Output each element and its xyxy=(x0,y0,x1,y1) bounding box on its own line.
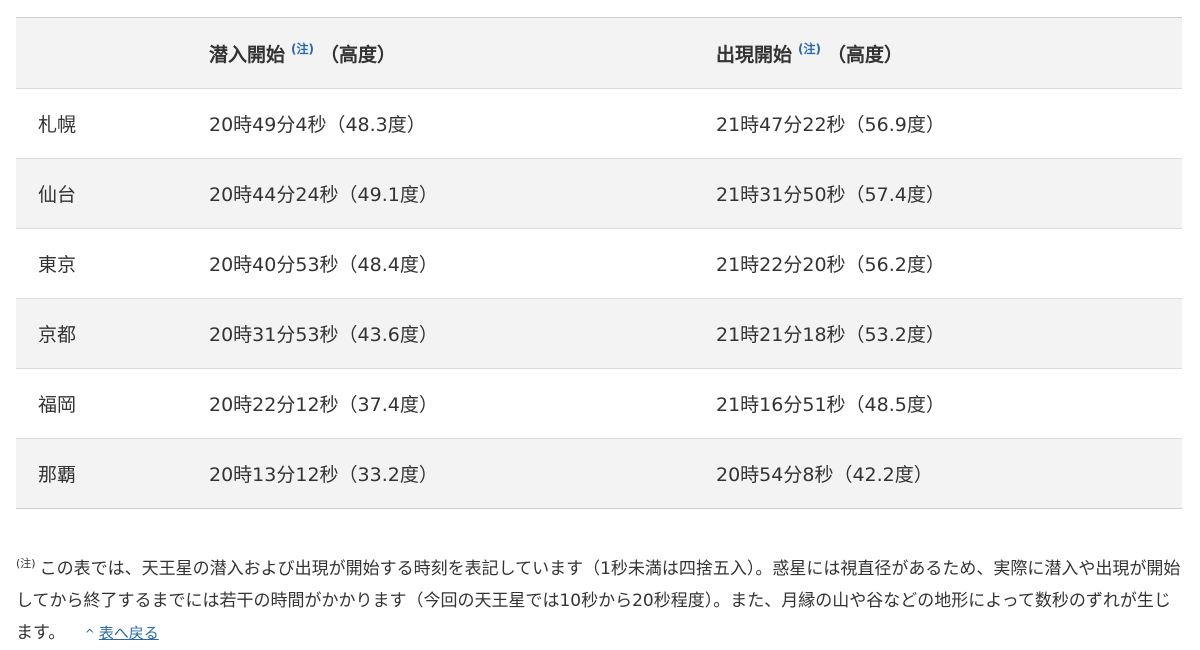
occultation-table-container: 潜入開始 (注) （高度） 出現開始 (注) （高度） 札幌 20時49分4秒（48.3… xyxy=(16,17,1182,509)
footnote-mark: (注) xyxy=(16,557,36,570)
header-emersion-unit: （高度） xyxy=(827,43,904,66)
table-row: 東京 20時40分53秒（48.4度） 21時22分20秒（56.2度） xyxy=(16,228,1182,299)
header-city xyxy=(16,18,209,89)
note-ref-link[interactable]: (注) xyxy=(798,42,821,56)
cell-city: 東京 xyxy=(16,228,209,299)
header-emersion: 出現開始 (注) （高度） xyxy=(716,18,1182,89)
footnote: (注) この表では、天王星の潜入および出現が開始する時刻を表記しています（1秒未満… xyxy=(16,548,1186,650)
cell-immersion: 20時44分24秒（49.1度） xyxy=(209,158,716,229)
cell-emersion: 21時31分50秒（57.4度） xyxy=(716,158,1182,229)
table-row: 仙台 20時44分24秒（49.1度） 21時31分50秒（57.4度） xyxy=(16,158,1182,229)
cell-city: 福岡 xyxy=(16,368,209,439)
header-immersion: 潜入開始 (注) （高度） xyxy=(209,18,716,89)
header-immersion-unit: （高度） xyxy=(320,43,397,66)
table-row: 札幌 20時49分4秒（48.3度） 21時47分22秒（56.9度） xyxy=(16,88,1182,159)
occultation-table: 潜入開始 (注) （高度） 出現開始 (注) （高度） 札幌 20時49分4秒（48.3… xyxy=(16,18,1182,508)
back-to-table-link[interactable]: ^ 表へ戻る xyxy=(85,624,159,642)
cell-emersion: 21時22分20秒（56.2度） xyxy=(716,228,1182,299)
cell-immersion: 20時31分53秒（43.6度） xyxy=(209,298,716,369)
header-emersion-label: 出現開始 xyxy=(716,43,793,66)
cell-city: 京都 xyxy=(16,298,209,369)
table-row: 那覇 20時13分12秒（33.2度） 20時54分8秒（42.2度） xyxy=(16,438,1182,508)
cell-emersion: 21時21分18秒（53.2度） xyxy=(716,298,1182,369)
cell-emersion: 21時47分22秒（56.9度） xyxy=(716,88,1182,159)
cell-city: 札幌 xyxy=(16,88,209,159)
cell-city: 那覇 xyxy=(16,438,209,508)
header-immersion-label: 潜入開始 xyxy=(209,43,286,66)
cell-immersion: 20時22分12秒（37.4度） xyxy=(209,368,716,439)
table-row: 京都 20時31分53秒（43.6度） 21時21分18秒（53.2度） xyxy=(16,298,1182,369)
table-header-row: 潜入開始 (注) （高度） 出現開始 (注) （高度） xyxy=(16,18,1182,89)
footnote-text: この表では、天王星の潜入および出現が開始する時刻を表記しています（1秒未満は四捨… xyxy=(16,559,1181,643)
caret-up-icon: ^ xyxy=(84,627,95,641)
cell-city: 仙台 xyxy=(16,158,209,229)
cell-immersion: 20時13分12秒（33.2度） xyxy=(209,438,716,508)
cell-immersion: 20時40分53秒（48.4度） xyxy=(209,228,716,299)
cell-immersion: 20時49分4秒（48.3度） xyxy=(209,88,716,159)
cell-emersion: 21時16分51秒（48.5度） xyxy=(716,368,1182,439)
cell-emersion: 20時54分8秒（42.2度） xyxy=(716,438,1182,508)
table-row: 福岡 20時22分12秒（37.4度） 21時16分51秒（48.5度） xyxy=(16,368,1182,439)
back-to-table-label: 表へ戻る xyxy=(98,624,159,642)
note-ref-link[interactable]: (注) xyxy=(291,42,314,56)
